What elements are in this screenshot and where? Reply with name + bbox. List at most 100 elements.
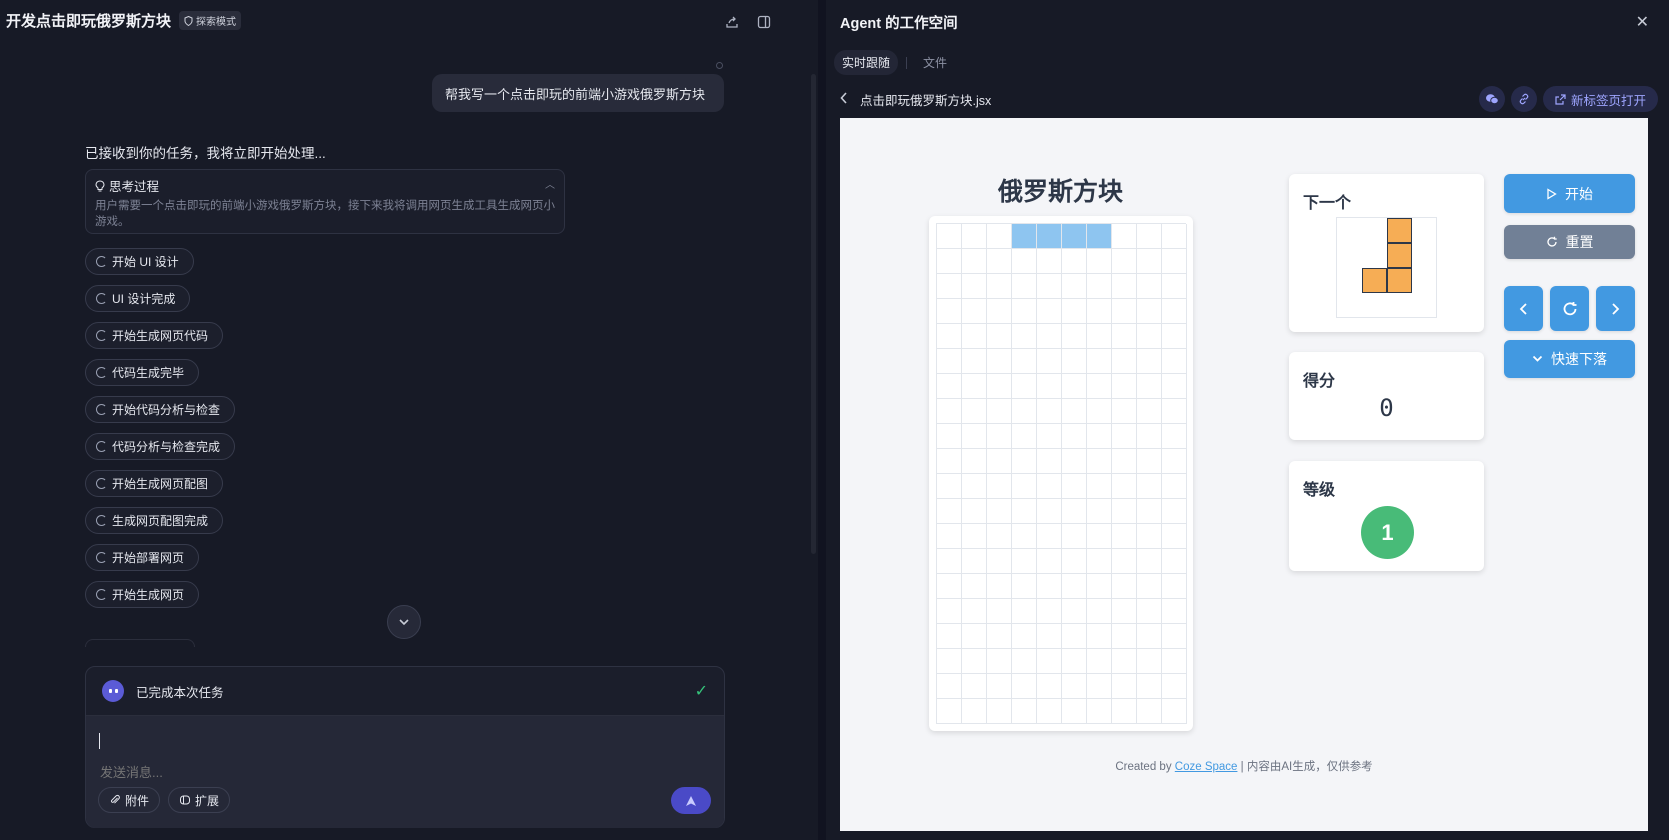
board-cell bbox=[937, 649, 962, 674]
board-cell bbox=[1137, 574, 1162, 599]
board-cell bbox=[1162, 499, 1187, 524]
board-cell bbox=[937, 474, 962, 499]
coze-space-link[interactable]: Coze Space bbox=[1175, 761, 1238, 773]
board-cell bbox=[987, 324, 1012, 349]
board-cell bbox=[1037, 474, 1062, 499]
level-badge: 1 bbox=[1361, 506, 1414, 559]
board-cell bbox=[1062, 474, 1087, 499]
active-block bbox=[1062, 224, 1087, 249]
board-cell bbox=[1112, 699, 1137, 724]
step-label: 开始生成网页 bbox=[112, 588, 185, 602]
board-cell bbox=[1087, 549, 1112, 574]
open-new-tab-label: 新标签页打开 bbox=[1570, 93, 1646, 108]
toggle-panel-icon[interactable] bbox=[754, 12, 774, 32]
board-cell bbox=[987, 474, 1012, 499]
board-cell bbox=[962, 324, 987, 349]
next-piece-cell bbox=[1412, 218, 1437, 243]
board-cell bbox=[1112, 374, 1137, 399]
shield-icon bbox=[184, 15, 193, 26]
workspace-panel: Agent 的工作空间 ✕ 实时跟随 文件 点击即玩俄罗斯方块.jsx 新标签页… bbox=[826, 0, 1669, 840]
close-icon[interactable]: ✕ bbox=[1636, 12, 1649, 32]
play-icon bbox=[1547, 187, 1557, 200]
board-cell bbox=[1087, 574, 1112, 599]
board-cell bbox=[1037, 624, 1062, 649]
board-cell bbox=[1037, 674, 1062, 699]
link-icon bbox=[1519, 93, 1529, 105]
next-piece-cell bbox=[1412, 268, 1437, 293]
step-item[interactable]: 生成网页配图完成 bbox=[85, 507, 224, 534]
board-cell bbox=[1162, 349, 1187, 374]
explore-mode-badge[interactable]: 探索模式 bbox=[179, 11, 242, 30]
external-link-icon bbox=[1555, 93, 1566, 105]
hard-drop-button[interactable]: 快速下落 bbox=[1504, 340, 1635, 378]
reset-button[interactable]: 重置 bbox=[1504, 225, 1635, 259]
move-left-button[interactable] bbox=[1504, 286, 1543, 331]
chat-scrollbar[interactable] bbox=[811, 74, 816, 554]
board-cell bbox=[1137, 499, 1162, 524]
mode-badge-label: 探索模式 bbox=[196, 17, 237, 28]
panel-divider[interactable] bbox=[818, 0, 826, 840]
board-cell bbox=[1037, 524, 1062, 549]
bot-avatar bbox=[102, 680, 124, 702]
move-right-button[interactable] bbox=[1596, 286, 1635, 331]
board-cell bbox=[1037, 449, 1062, 474]
next-piece-cell bbox=[1362, 218, 1387, 243]
copy-link-button[interactable] bbox=[1510, 86, 1537, 112]
step-label: 开始生成网页配图 bbox=[112, 477, 209, 491]
board-cell bbox=[1037, 349, 1062, 374]
footer-suffix: | 内容由AI生成，仅供参考 bbox=[1240, 761, 1373, 773]
open-new-tab-button[interactable]: 新标签页打开 bbox=[1542, 86, 1658, 112]
game-board[interactable] bbox=[936, 223, 1187, 724]
board-cell bbox=[1062, 499, 1087, 524]
board-cell bbox=[937, 499, 962, 524]
board-cell bbox=[1162, 374, 1187, 399]
board-cell bbox=[1137, 674, 1162, 699]
board-cell bbox=[987, 499, 1012, 524]
board-cell bbox=[937, 449, 962, 474]
board-cell bbox=[962, 499, 987, 524]
step-item[interactable]: 开始生成网页 bbox=[85, 581, 200, 608]
step-label: 开始生成网页代码 bbox=[112, 329, 209, 343]
extend-button[interactable]: 扩展 bbox=[168, 787, 231, 813]
tab-live-follow[interactable]: 实时跟随 bbox=[834, 50, 899, 75]
chevron-up-icon[interactable]: ︿ bbox=[545, 176, 555, 191]
tab-files[interactable]: 文件 bbox=[915, 50, 955, 75]
board-cell bbox=[1112, 424, 1137, 449]
board-cell bbox=[987, 399, 1012, 424]
board-cell bbox=[1162, 224, 1187, 249]
board-cell bbox=[1037, 574, 1062, 599]
chat-top-actions bbox=[722, 12, 742, 32]
send-button[interactable] bbox=[671, 787, 711, 814]
chevron-left-icon[interactable] bbox=[840, 91, 848, 107]
task-complete-label: 已完成本次任务 bbox=[136, 685, 224, 700]
loading-icon bbox=[96, 552, 107, 563]
scroll-down-button[interactable] bbox=[387, 605, 421, 639]
attach-button[interactable]: 附件 bbox=[98, 787, 161, 813]
board-cell bbox=[937, 224, 962, 249]
chat-title: 开发点击即玩俄罗斯方块 bbox=[6, 13, 172, 30]
step-item[interactable]: UI 设计完成 bbox=[85, 285, 191, 312]
board-cell bbox=[962, 574, 987, 599]
composer-tools: 附件 扩展 bbox=[98, 787, 231, 813]
step-item[interactable]: 开始部署网页 bbox=[85, 544, 200, 571]
next-piece-preview bbox=[1336, 217, 1437, 318]
board-cell bbox=[1137, 699, 1162, 724]
drop-label: 快速下落 bbox=[1551, 351, 1607, 367]
next-piece-cell bbox=[1412, 243, 1437, 268]
rotate-button[interactable] bbox=[1550, 286, 1589, 331]
step-item[interactable]: 开始 UI 设计 bbox=[85, 248, 194, 275]
agent-ack-text: 已接收到你的任务，我将立即开始处理... bbox=[85, 146, 326, 161]
step-item[interactable]: 代码分析与检查完成 bbox=[85, 433, 236, 460]
game-title: 俄罗斯方块 bbox=[998, 178, 1124, 206]
board-cell bbox=[1162, 624, 1187, 649]
step-item[interactable]: 开始代码分析与检查 bbox=[85, 396, 236, 423]
share-icon[interactable] bbox=[722, 12, 742, 32]
thinking-panel[interactable]: 思考过程 用户需要一个点击即玩的前端小游戏俄罗斯方块，接下来我将调用网页生成工具… bbox=[85, 169, 565, 234]
step-item[interactable]: 开始生成网页配图 bbox=[85, 470, 224, 497]
board-cell bbox=[1162, 549, 1187, 574]
wechat-share-button[interactable] bbox=[1478, 86, 1505, 112]
step-item[interactable]: 开始生成网页代码 bbox=[85, 322, 224, 349]
step-item[interactable]: 代码生成完毕 bbox=[85, 359, 200, 386]
board-cell bbox=[962, 599, 987, 624]
start-button[interactable]: 开始 bbox=[1504, 174, 1635, 213]
